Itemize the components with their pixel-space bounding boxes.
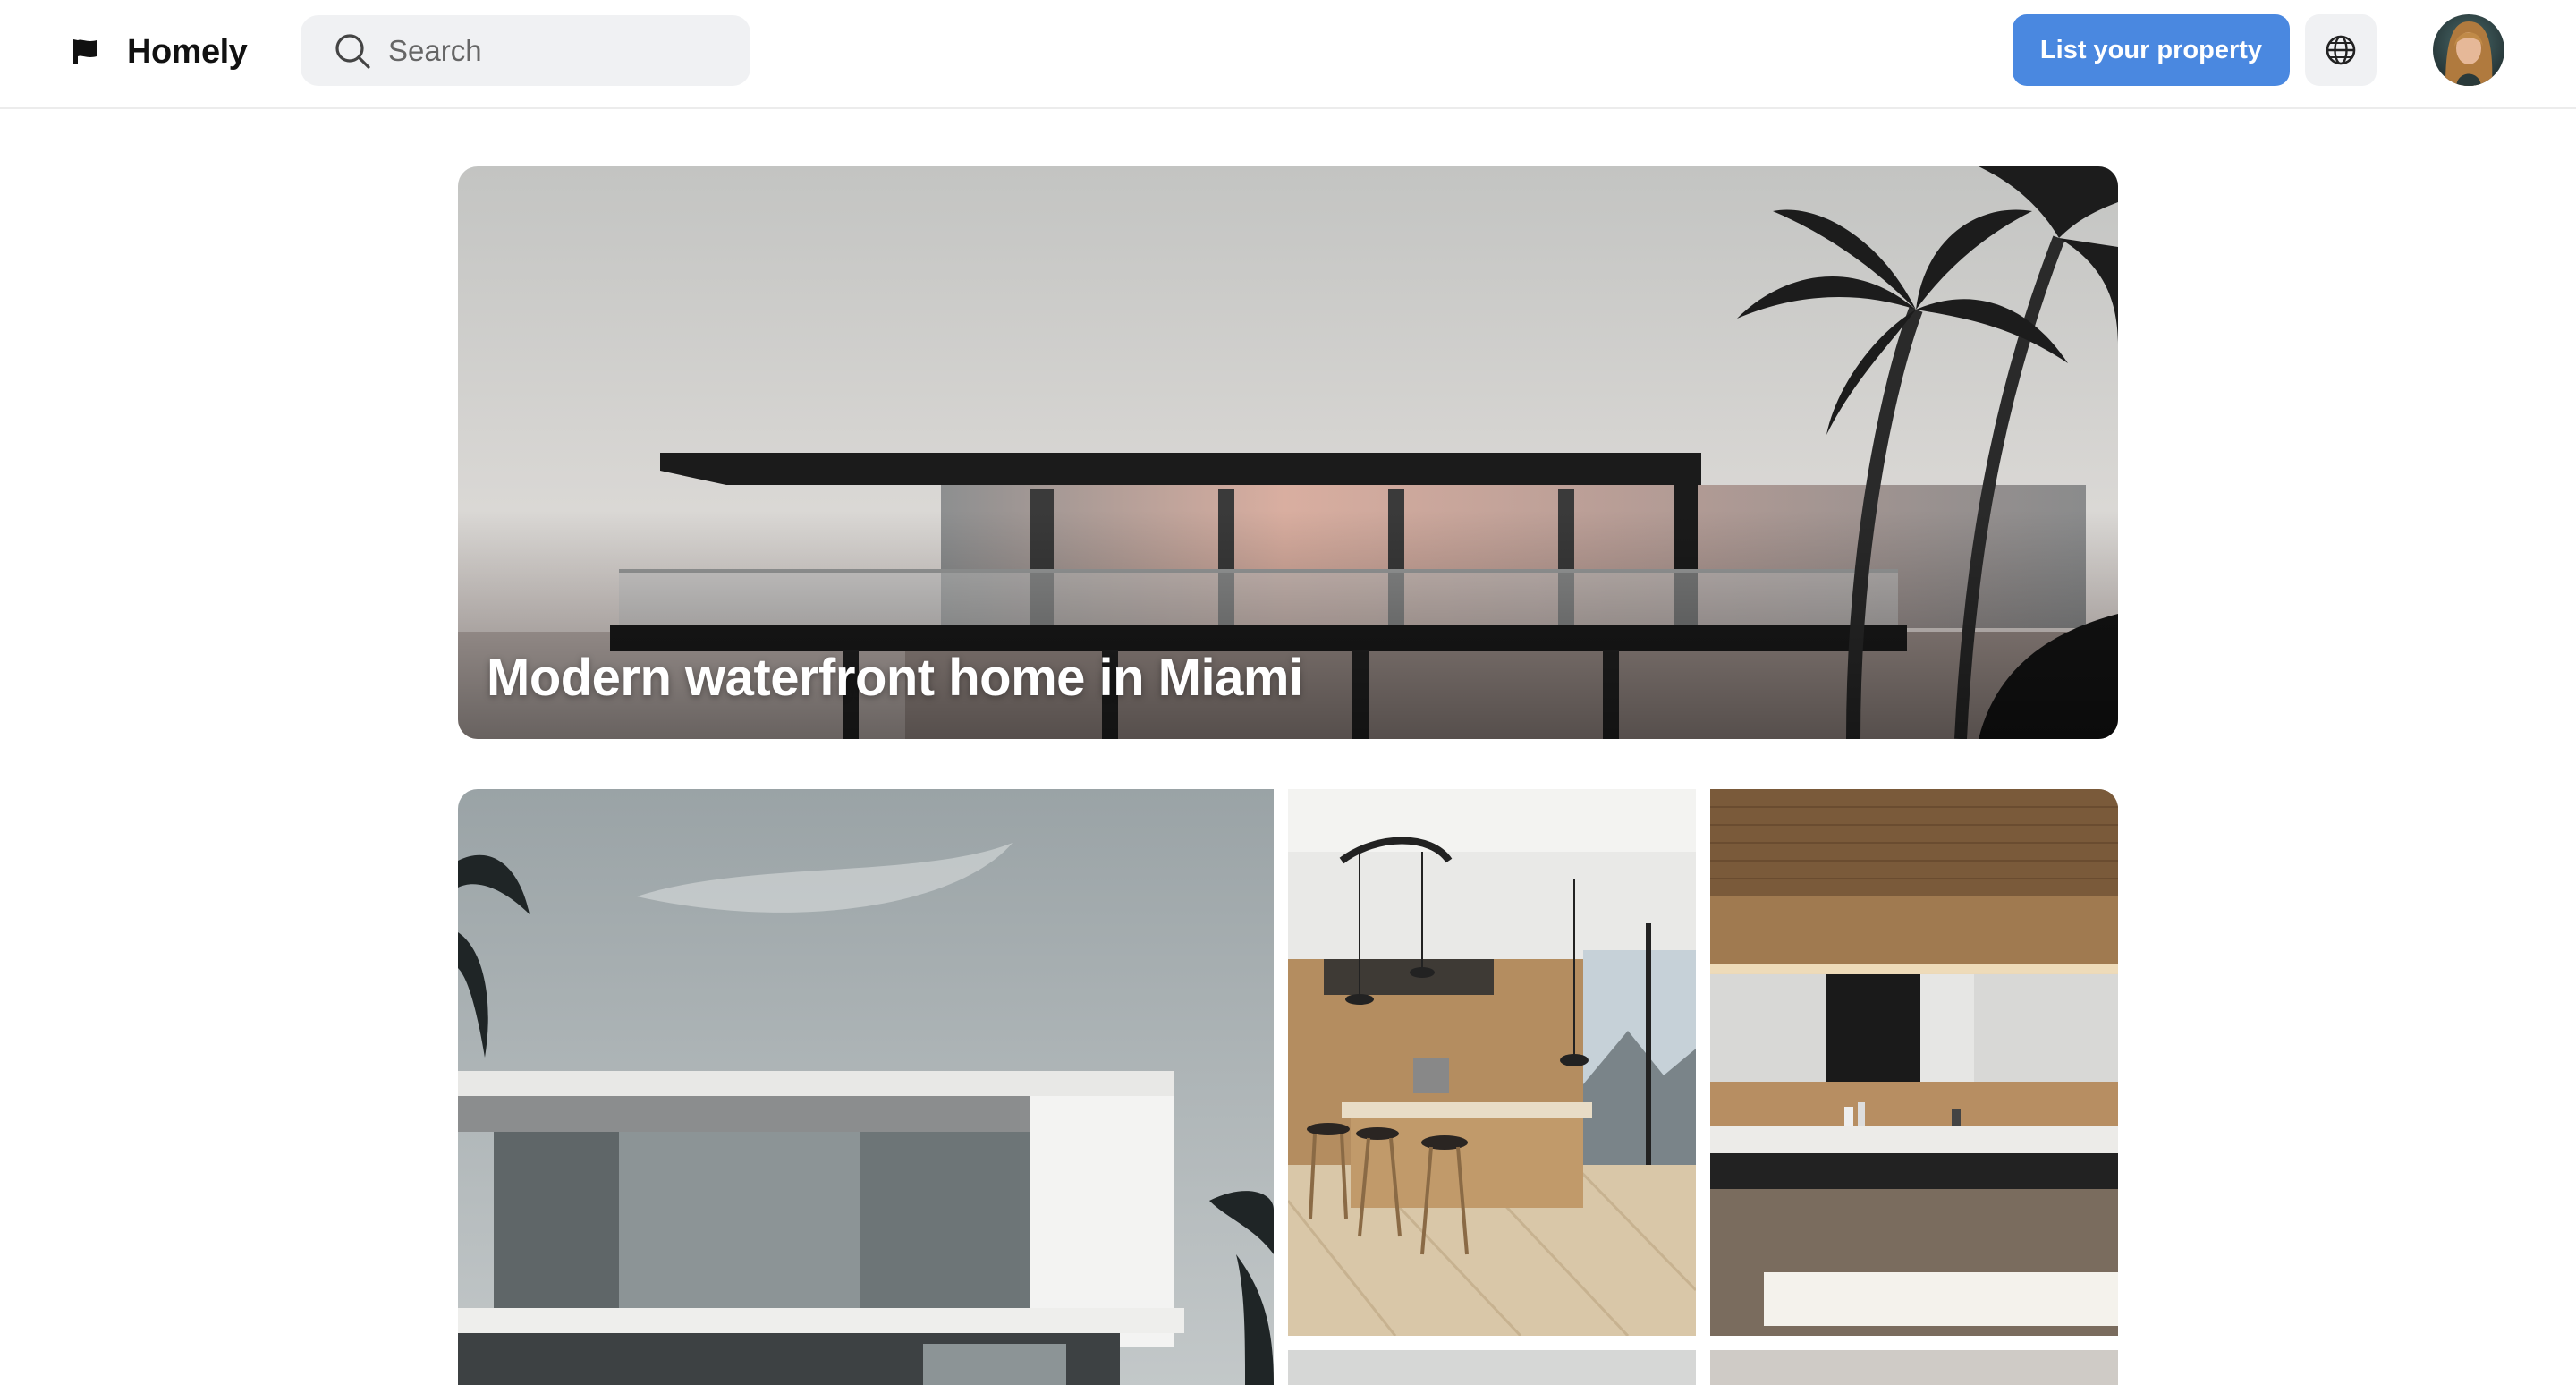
brand-name: Homely: [127, 32, 248, 71]
gallery-photo-4[interactable]: [1288, 1350, 1696, 1385]
gallery-photo-kitchen[interactable]: [1288, 789, 1696, 1336]
kitchen-photo: [1288, 789, 1696, 1336]
search-input[interactable]: [388, 33, 728, 68]
gallery-photo-5[interactable]: [1710, 1350, 2118, 1385]
globe-icon: [2326, 35, 2356, 65]
brand[interactable]: Homely: [70, 30, 248, 73]
photo: [1288, 1350, 1696, 1385]
top-navigation-bar: Homely List your property: [0, 0, 2576, 109]
photo: [1710, 1350, 2118, 1385]
exterior-photo: [458, 789, 1274, 1385]
search-icon: [335, 33, 370, 69]
gallery-photo-bathroom[interactable]: [1710, 789, 2118, 1336]
list-your-property-button[interactable]: List your property: [2012, 14, 2290, 86]
listing-title: Modern waterfront home in Miami: [487, 649, 1303, 707]
search-bar[interactable]: [301, 15, 750, 86]
language-button[interactable]: [2305, 14, 2377, 86]
gallery-photo-exterior[interactable]: [458, 789, 1274, 1385]
avatar-image: [2433, 14, 2504, 86]
flag-icon: [73, 39, 97, 64]
user-avatar[interactable]: [2433, 14, 2504, 86]
bathroom-photo: [1710, 789, 2118, 1336]
featured-listing-card[interactable]: Modern waterfront home in Miami: [458, 166, 2118, 739]
